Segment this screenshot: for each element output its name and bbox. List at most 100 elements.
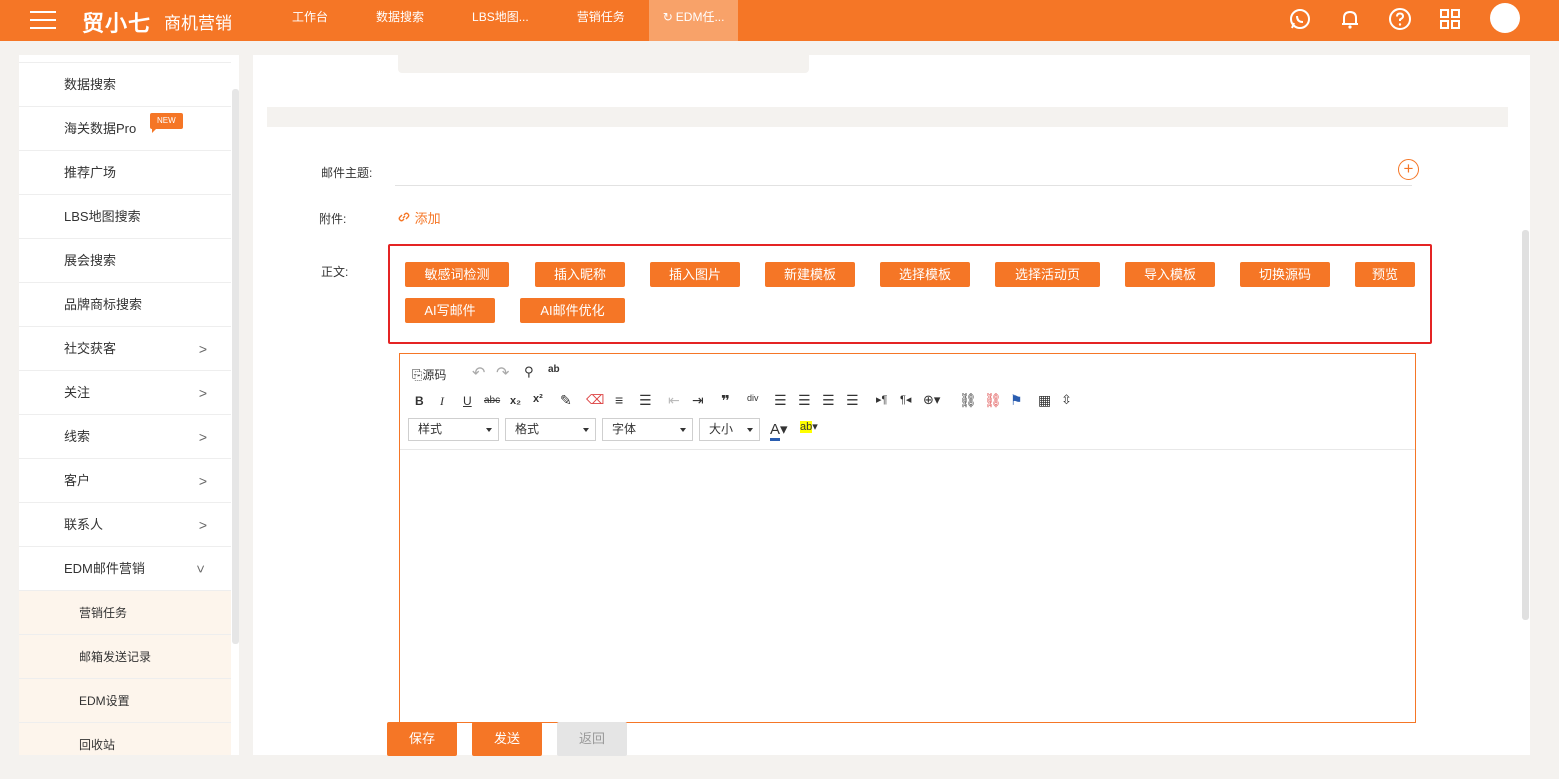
brand-logo: 贸小七: [82, 12, 152, 37]
sidebar-item-exhibition[interactable]: 展会搜索: [19, 239, 231, 283]
toggle-source-button[interactable]: 切换源码: [1240, 262, 1330, 287]
sidebar-subitem-send-records[interactable]: 邮箱发送记录: [19, 635, 231, 679]
sidebar-subitem-marketing-task[interactable]: 营销任务: [19, 591, 231, 635]
font-dropdown[interactable]: 字体: [602, 418, 693, 441]
outdent-icon[interactable]: ⇤: [668, 392, 680, 409]
import-template-button[interactable]: 导入模板: [1125, 262, 1215, 287]
top-nav: 工作台 数据搜索 LBS地图... 营销任务 ↻ EDM任...: [268, 0, 739, 41]
strikethrough-icon[interactable]: abc: [484, 395, 500, 406]
align-center-icon[interactable]: ☰: [798, 392, 811, 409]
body-label: 正文:: [321, 265, 349, 279]
link-icon[interactable]: ⛓: [959, 392, 977, 409]
tab-workbench[interactable]: 工作台: [268, 0, 352, 41]
sidebar-item-label: 回收站: [79, 738, 116, 752]
add-subject-icon[interactable]: +: [1398, 159, 1419, 180]
size-dropdown[interactable]: 大小: [699, 418, 760, 441]
sidebar-item-label: 海关数据Pro: [64, 121, 137, 136]
bullet-list-icon[interactable]: ☰: [639, 392, 652, 409]
sidebar-item-contacts[interactable]: 联系人 >: [19, 503, 231, 547]
add-attachment-link[interactable]: 添加: [397, 208, 441, 227]
tab-marketing-task[interactable]: 营销任务: [553, 0, 649, 41]
sidebar-item-social[interactable]: 社交获客 >: [19, 327, 231, 371]
avatar[interactable]: [1490, 3, 1520, 33]
subject-input[interactable]: [395, 185, 1412, 186]
format-dropdown[interactable]: 格式: [505, 418, 596, 441]
menu-icon[interactable]: [30, 8, 56, 32]
rtl-icon[interactable]: ¶◂: [900, 393, 911, 406]
help-icon[interactable]: [1388, 7, 1412, 31]
font-dropdown-label: 字体: [612, 422, 637, 436]
sidebar-subitem-recycle-bin[interactable]: 回收站: [19, 723, 231, 755]
superscript-icon[interactable]: x²: [533, 393, 543, 405]
sidebar-item-customs-data[interactable]: 海关数据Pro NEW: [19, 107, 231, 151]
bell-icon[interactable]: [1338, 7, 1362, 31]
dropdown-caret-icon: [747, 428, 753, 432]
sidebar-scrollbar[interactable]: [232, 89, 239, 644]
bold-icon[interactable]: B: [415, 394, 424, 408]
sidebar-item-recommend[interactable]: 推荐广场: [19, 151, 231, 195]
underline-icon[interactable]: U: [463, 394, 472, 408]
language-icon[interactable]: ⊕▾: [923, 392, 940, 408]
replace-icon[interactable]: ab: [548, 364, 560, 375]
table-icon[interactable]: ▦: [1038, 392, 1051, 409]
apps-grid-icon[interactable]: [1438, 7, 1462, 31]
sensitive-word-check-button[interactable]: 敏感词检测: [405, 262, 509, 287]
save-button[interactable]: 保存: [387, 722, 457, 756]
format-painter-icon[interactable]: ✎: [560, 392, 572, 409]
tab-lbs-map[interactable]: LBS地图...: [448, 0, 553, 41]
sidebar-item-follow[interactable]: 关注 >: [19, 371, 231, 415]
ordered-list-icon[interactable]: ≡: [615, 392, 623, 408]
ai-write-email-button[interactable]: AI写邮件: [405, 298, 495, 323]
editor-content-area[interactable]: [400, 451, 1415, 722]
subscript-icon[interactable]: x₂: [510, 395, 521, 407]
whatsapp-icon[interactable]: [1288, 7, 1312, 31]
sidebar-item-edm[interactable]: EDM邮件营销 >: [19, 547, 231, 591]
ai-optimize-email-button[interactable]: AI邮件优化: [520, 298, 625, 323]
send-button[interactable]: 发送: [472, 722, 542, 756]
brand-subtitle: 商机营销: [164, 14, 232, 33]
new-badge: NEW: [150, 113, 183, 133]
clear-format-icon[interactable]: ⌫: [586, 392, 604, 408]
align-left-icon[interactable]: ☰: [774, 392, 787, 409]
dropdown-caret-icon: [486, 428, 492, 432]
top-gray-block: [398, 55, 809, 73]
align-justify-icon[interactable]: ☰: [846, 392, 859, 409]
select-template-button[interactable]: 选择模板: [880, 262, 970, 287]
source-button[interactable]: ⎘源码: [412, 366, 446, 383]
size-dropdown-label: 大小: [709, 422, 734, 436]
ltr-icon[interactable]: ▸¶: [876, 393, 887, 406]
anchor-icon[interactable]: ⚑: [1010, 392, 1023, 409]
sidebar-item-label: 社交获客: [64, 341, 117, 356]
align-right-icon[interactable]: ☰: [822, 392, 835, 409]
preview-button[interactable]: 预览: [1355, 262, 1415, 287]
insert-image-button[interactable]: 插入图片: [650, 262, 740, 287]
insert-nickname-button[interactable]: 插入昵称: [535, 262, 625, 287]
sidebar-item-brand[interactable]: 品牌商标搜索: [19, 283, 231, 327]
sidebar-item-data-search[interactable]: 数据搜索: [19, 63, 231, 107]
tab-data-search[interactable]: 数据搜索: [352, 0, 448, 41]
italic-icon[interactable]: I: [440, 394, 444, 409]
blockquote-icon[interactable]: ❞: [721, 392, 730, 410]
tab-edm-task[interactable]: ↻ EDM任...: [648, 0, 739, 41]
unlink-icon[interactable]: ⛓: [984, 392, 1002, 409]
sidebar-item-label: EDM设置: [79, 694, 130, 708]
undo-icon[interactable]: ↶: [472, 363, 485, 383]
sidebar-item-customers[interactable]: 客户 >: [19, 459, 231, 503]
styles-dropdown[interactable]: 样式: [408, 418, 499, 441]
div-container-icon[interactable]: div: [747, 393, 759, 403]
select-activity-page-button[interactable]: 选择活动页: [995, 262, 1100, 287]
indent-icon[interactable]: ⇥: [692, 392, 704, 409]
back-button[interactable]: 返回: [557, 722, 627, 756]
main-scrollbar[interactable]: [1522, 230, 1529, 620]
text-color-icon[interactable]: A▾: [770, 420, 788, 441]
sidebar-item-leads[interactable]: 线索 >: [19, 415, 231, 459]
new-template-button[interactable]: 新建模板: [765, 262, 855, 287]
sidebar-subitem-edm-settings[interactable]: EDM设置: [19, 679, 231, 723]
add-attachment-label: 添加: [414, 211, 441, 226]
redo-icon[interactable]: ↷: [496, 363, 509, 383]
sidebar-item-lbs-map[interactable]: LBS地图搜索: [19, 195, 231, 239]
chevron-right-icon: >: [198, 429, 207, 445]
line-height-icon[interactable]: ⇳: [1061, 392, 1072, 408]
find-icon[interactable]: ⚲: [524, 364, 534, 380]
background-color-icon[interactable]: ab▾: [800, 420, 818, 433]
